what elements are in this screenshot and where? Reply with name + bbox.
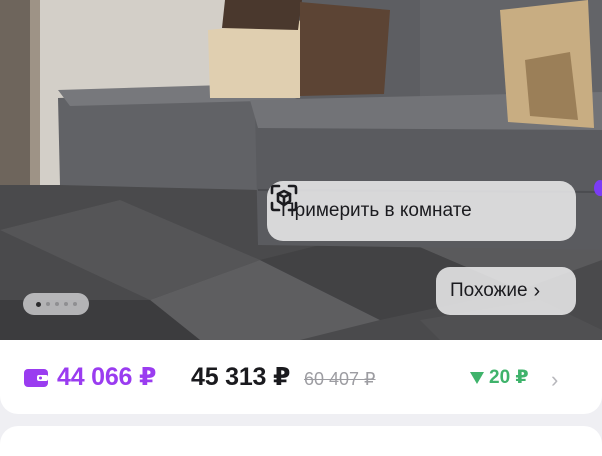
try-in-room-label: Примерить в комнате — [281, 200, 472, 221]
gallery-pagination[interactable] — [23, 293, 89, 315]
scroll-indicator — [594, 180, 602, 196]
ar-cube-icon — [270, 184, 298, 212]
product-image[interactable]: Примерить в комнате Похожие › — [0, 0, 602, 340]
triangle-down-icon — [470, 371, 484, 384]
next-section-card — [0, 426, 602, 456]
similar-label: Похожие — [450, 280, 528, 301]
gallery-dot — [45, 302, 50, 306]
gallery-dot — [72, 302, 77, 306]
card-price: 44 066 ₽ — [57, 363, 157, 391]
gallery-dot — [54, 302, 59, 306]
try-in-room-button[interactable]: Примерить в комнате — [267, 181, 576, 241]
gallery-dot — [63, 302, 68, 306]
similar-products-button[interactable]: Похожие › — [436, 267, 576, 315]
cashback-badge[interactable]: 20 ₽ — [470, 366, 529, 389]
cashback-value: 20 ₽ — [489, 367, 529, 388]
chevron-right-icon: › — [533, 279, 541, 302]
chevron-right-icon[interactable]: › — [551, 367, 558, 393]
wallet-icon — [24, 369, 48, 387]
old-price: 60 407 ₽ — [304, 369, 376, 389]
current-price: 45 313 ₽ — [191, 363, 291, 391]
gallery-dot-active — [35, 301, 41, 307]
